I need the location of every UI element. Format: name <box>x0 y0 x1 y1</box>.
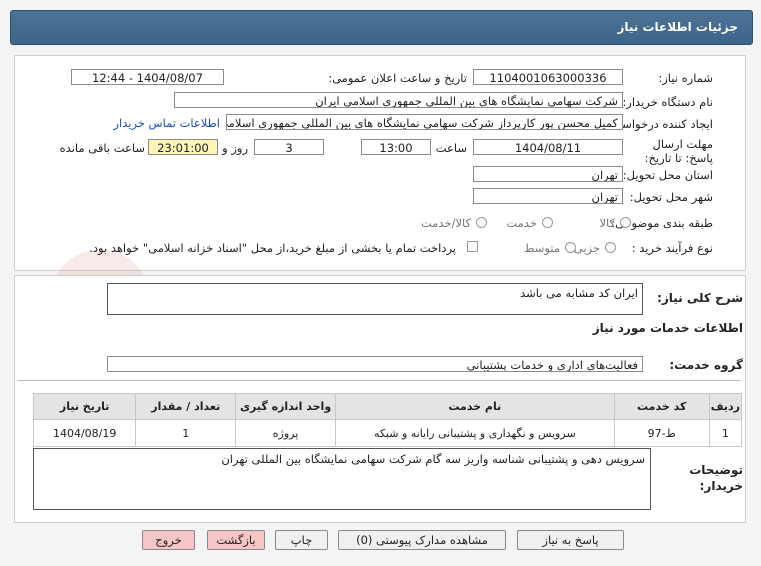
deadline-time-label: ساعت <box>435 141 467 155</box>
services-heading: اطلاعات خدمات مورد نیاز <box>592 321 743 335</box>
category-radio-goods-service[interactable] <box>476 217 487 228</box>
category-option-service: خدمت <box>506 216 537 230</box>
need-number-label: شماره نیاز: <box>658 71 713 85</box>
service-group-label: گروه خدمت: <box>669 358 743 372</box>
cell-unit: پروژه <box>235 419 336 447</box>
days-field: 3 <box>254 139 324 155</box>
cell-service-name: سرویس و نگهداری و پشتیبانی رایانه و شبکه <box>334 419 615 447</box>
col-need-date: تاریخ نیاز <box>32 393 137 420</box>
purchase-option-minor: جزیی <box>573 241 600 255</box>
buyer-notes-label: توضیحات خریدار: <box>689 463 743 493</box>
days-label: روز و <box>222 141 248 155</box>
remaining-label: ساعت باقی مانده <box>59 141 145 155</box>
attachments-button[interactable]: مشاهده مدارک پیوستی (0) <box>338 530 506 550</box>
purchase-radio-medium[interactable] <box>565 242 576 253</box>
purchase-type-label: نوع فرآیند خرید : <box>631 241 713 255</box>
deadline-label: مهلت ارسال پاسخ: تا تاریخ: <box>644 137 713 165</box>
purchase-option-medium: متوسط <box>523 241 560 255</box>
service-group-field: فعالیت‌های اداری و خدمات پشتیبانی <box>107 356 643 372</box>
table-header-row: ردیف کد خدمت نام خدمت واحد اندازه گیری ت… <box>32 393 743 420</box>
page-title: جزئیات اطلاعات نیاز <box>617 20 738 34</box>
exit-button[interactable]: خروج <box>142 530 195 550</box>
summary-textarea[interactable]: ایران کد مشابه می باشد <box>107 283 643 315</box>
announce-label: تاریخ و ساعت اعلان عمومی: <box>328 71 467 85</box>
category-radio-goods[interactable] <box>620 217 631 228</box>
buyer-org-label: نام دستگاه خریدار: <box>622 95 713 109</box>
summary-label: شرح کلی نیاز: <box>657 291 743 305</box>
deadline-date-field: 1404/08/11 <box>473 139 623 155</box>
cell-quantity: 1 <box>135 419 237 447</box>
col-service-name: نام خدمت <box>334 393 615 420</box>
requester-field: کمیل محسن پور کارپرداز شرکت سهامی نمایشگ… <box>226 114 623 130</box>
divider <box>18 380 740 381</box>
print-button[interactable]: چاپ <box>275 530 328 550</box>
col-service-code: کد خدمت <box>613 393 710 420</box>
need-number-field: 1104001063000336 <box>473 69 623 85</box>
remaining-time-field: 23:01:00 <box>148 139 218 155</box>
back-button[interactable]: بازگشت <box>207 530 265 550</box>
col-quantity: تعداد / مقدار <box>135 393 237 420</box>
deadline-time-field: 13:00 <box>361 139 431 155</box>
table-row: 1 ط-97 سرویس و نگهداری و پشتیبانی رایانه… <box>32 419 743 447</box>
city-label: شهر محل تحویل: <box>629 190 713 204</box>
buyer-contact-link[interactable]: اطلاعات تماس خریدار <box>113 116 220 130</box>
buyer-org-field: شرکت سهامی نمایشگاه های بین المللی جمهور… <box>174 92 623 108</box>
category-radio-service[interactable] <box>542 217 553 228</box>
cell-need-date: 1404/08/19 <box>32 419 137 447</box>
services-table: ردیف کد خدمت نام خدمت واحد اندازه گیری ت… <box>32 393 743 447</box>
buyer-notes-textarea[interactable]: سرویس دهی و پشتیبانی شناسه واریز سه گام … <box>33 448 651 510</box>
category-option-goods-service: کالا/خدمت <box>420 216 471 230</box>
province-field: تهران <box>473 166 623 182</box>
announce-field: 1404/08/07 - 12:44 <box>71 69 224 85</box>
col-row: ردیف <box>708 393 743 420</box>
reply-button[interactable]: پاسخ به نیاز <box>517 530 624 550</box>
cell-row: 1 <box>708 419 743 447</box>
treasury-payment-checkbox[interactable] <box>467 241 478 252</box>
treasury-payment-note: پرداخت تمام یا بخشی از مبلغ خرید،از محل … <box>89 241 456 255</box>
cell-service-code: ط-97 <box>613 419 710 447</box>
page-header: جزئیات اطلاعات نیاز <box>10 10 753 45</box>
col-unit: واحد اندازه گیری <box>235 393 336 420</box>
city-field: تهران <box>473 188 623 204</box>
province-label: استان محل تحویل: <box>622 168 713 182</box>
purchase-radio-minor[interactable] <box>605 242 616 253</box>
category-option-goods: کالا <box>599 216 615 230</box>
